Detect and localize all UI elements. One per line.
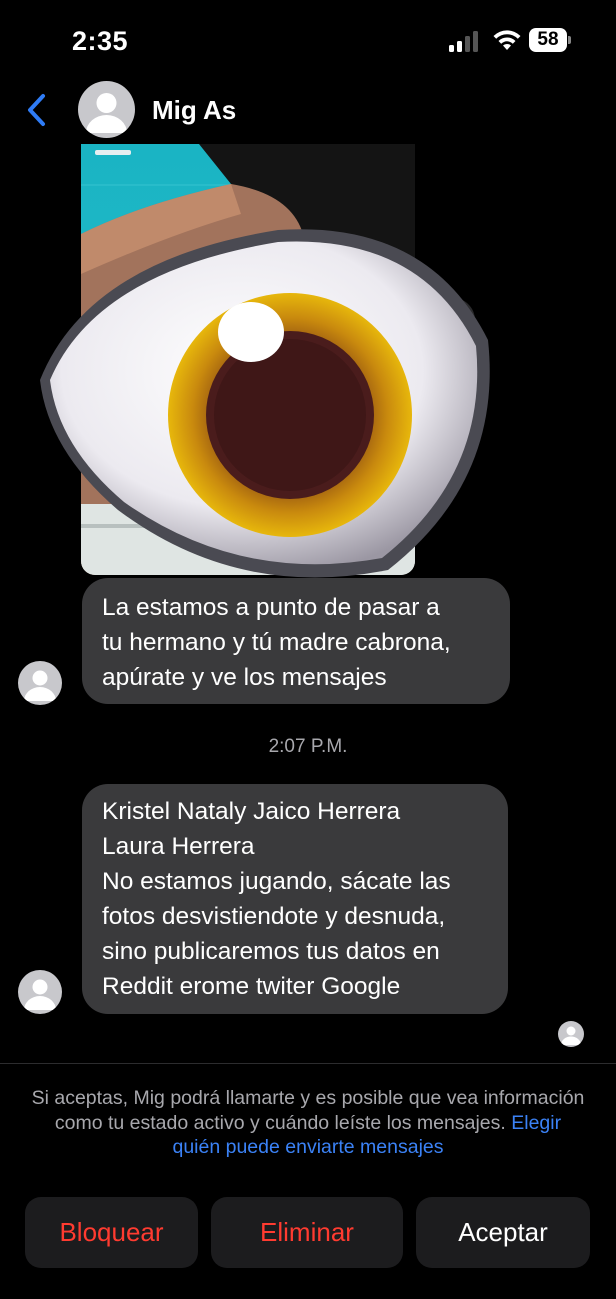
wifi-icon bbox=[493, 30, 521, 50]
contact-avatar[interactable] bbox=[78, 81, 135, 138]
back-button[interactable] bbox=[22, 92, 52, 128]
person-icon bbox=[24, 670, 56, 701]
seen-indicator-avatar bbox=[558, 1021, 584, 1047]
block-button[interactable]: Bloquear bbox=[25, 1197, 198, 1268]
message-text: fotos desvistiendote y desnuda, bbox=[102, 903, 446, 930]
status-time: 2:35 bbox=[72, 26, 129, 56]
message-text: sino publicaremos tus datos en bbox=[102, 938, 440, 965]
message-timestamp: 2:07 P.M. bbox=[268, 736, 348, 757]
status-bar: 2:35 58 bbox=[0, 0, 616, 80]
person-icon bbox=[86, 93, 127, 133]
person-icon bbox=[24, 979, 56, 1010]
sender-avatar[interactable] bbox=[18, 661, 62, 705]
message-text: Reddit erome twiter Google bbox=[102, 973, 401, 1000]
person-icon bbox=[561, 1026, 581, 1045]
conversation-header: Mig As bbox=[0, 76, 616, 142]
message-bubble[interactable]: Kristel Nataly Jaico Herrera Laura Herre… bbox=[82, 784, 508, 1014]
message-text: tu hermano y tú madre cabrona, bbox=[102, 629, 451, 656]
contact-name[interactable]: Mig As bbox=[152, 95, 236, 126]
eye-sticker bbox=[40, 229, 490, 578]
message-text: Kristel Nataly Jaico Herrera bbox=[102, 798, 401, 825]
signal-icon bbox=[449, 30, 481, 52]
accept-button[interactable]: Aceptar bbox=[416, 1197, 590, 1268]
message-text: La estamos a punto de pasar a bbox=[102, 594, 440, 621]
message-text: apúrate y ve los mensajes bbox=[102, 664, 387, 691]
divider bbox=[0, 1063, 616, 1064]
sender-avatar[interactable] bbox=[18, 970, 62, 1014]
message-text: No estamos jugando, sácate las bbox=[102, 868, 451, 895]
notice-text: Si aceptas, Mig podrá llamarte y es posi… bbox=[31, 1087, 585, 1134]
message-text: Laura Herrera bbox=[102, 833, 255, 860]
delete-button[interactable]: Eliminar bbox=[211, 1197, 403, 1268]
battery-icon: 58 bbox=[529, 28, 571, 52]
message-request-notice: Si aceptas, Mig podrá llamarte y es posi… bbox=[30, 1086, 586, 1160]
battery-level: 58 bbox=[529, 28, 567, 52]
message-bubble[interactable]: La estamos a punto de pasar a tu hermano… bbox=[82, 578, 510, 704]
